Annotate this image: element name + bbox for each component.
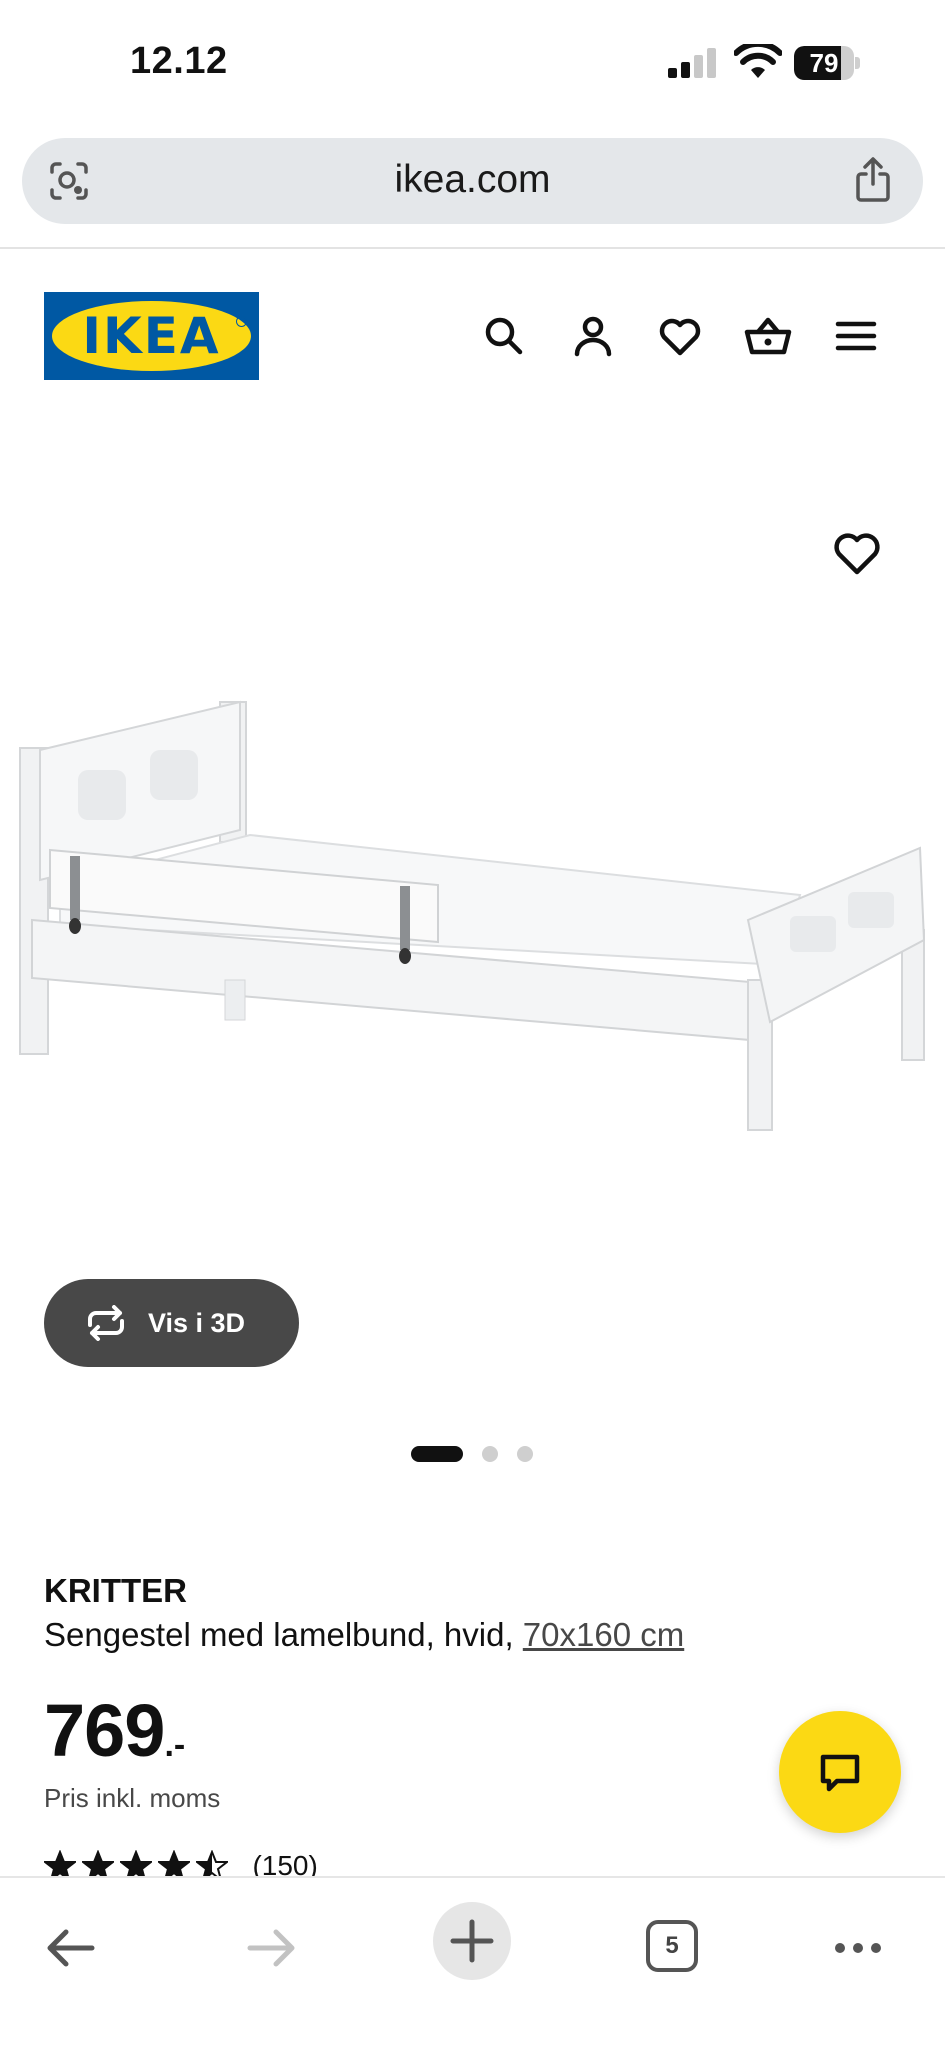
browser-divider <box>0 247 945 249</box>
battery-level: 79 <box>809 48 839 78</box>
favorite-heart-icon[interactable] <box>832 530 882 576</box>
cellular-signal-icon <box>668 48 716 78</box>
menu-icon[interactable] <box>832 312 880 360</box>
url-text[interactable]: ikea.com <box>22 158 923 202</box>
new-tab-button[interactable] <box>433 1902 511 1980</box>
image-carousel-dots[interactable] <box>0 1444 945 1464</box>
carousel-dot[interactable] <box>482 1446 498 1462</box>
carousel-dot[interactable] <box>517 1446 533 1462</box>
heart-icon[interactable] <box>656 312 704 360</box>
rotate-3d-icon <box>88 1305 124 1341</box>
product-price: 769.- <box>44 1688 185 1773</box>
wifi-icon <box>734 44 782 78</box>
product-description: Sengestel med lamelbund, hvid, 70x160 cm <box>44 1616 684 1654</box>
ikea-logo[interactable]: IKEA <box>44 292 259 380</box>
forward-arrow-icon[interactable] <box>244 1920 300 1976</box>
back-arrow-icon[interactable] <box>42 1920 98 1976</box>
more-options-icon[interactable] <box>830 1920 886 1976</box>
search-icon[interactable] <box>480 312 528 360</box>
chat-icon <box>820 1754 860 1792</box>
plus-icon <box>450 1919 494 1963</box>
carousel-dot-active[interactable] <box>411 1446 463 1462</box>
status-bar: 12.12 79 <box>0 0 945 120</box>
view-3d-label: Vis i 3D <box>148 1308 246 1338</box>
chat-button[interactable] <box>779 1711 901 1833</box>
product-description-text: Sengestel med lamelbund, hvid, <box>44 1616 514 1653</box>
price-note: Pris inkl. moms <box>44 1783 221 1813</box>
logo-text: IKEA <box>82 307 221 365</box>
product-size-link[interactable]: 70x160 cm <box>523 1616 684 1653</box>
status-time: 12.12 <box>130 40 228 82</box>
price-value: 769 <box>44 1689 165 1772</box>
basket-icon[interactable] <box>744 312 792 360</box>
url-bar[interactable]: ikea.com <box>22 138 923 224</box>
product-name: KRITTER <box>44 1572 187 1609</box>
battery-icon: 79 <box>794 46 860 80</box>
browser-toolbar: 5 <box>0 1876 945 2048</box>
product-image[interactable] <box>0 680 945 1280</box>
tab-switcher-button[interactable]: 5 <box>646 1920 698 1972</box>
account-icon[interactable] <box>569 312 617 360</box>
share-icon[interactable] <box>853 156 893 204</box>
view-3d-button[interactable]: Vis i 3D <box>44 1279 299 1367</box>
price-suffix: .- <box>164 1726 186 1764</box>
